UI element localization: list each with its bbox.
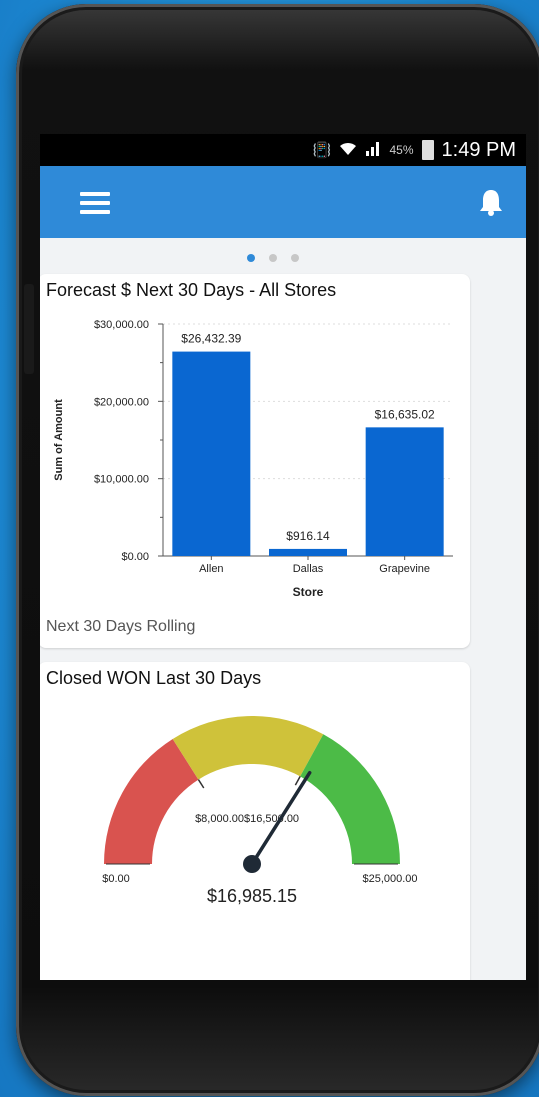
gauge-needle-hub [243,855,261,873]
phone-side-button [24,284,34,374]
gauge-segment-1 [104,739,199,864]
gauge-value-label: $16,985.15 [207,886,297,906]
battery-percent: 45% [389,143,414,157]
forecast-card-title: Forecast $ Next 30 Days - All Stores [46,280,337,300]
carousel-dot-3[interactable] [291,254,299,262]
gauge-max-label: $25,000.00 [362,873,417,885]
y-axis-title: Sum of Amount [53,399,65,481]
carousel-dot-2[interactable] [269,254,277,262]
closed-won-card-title: Closed WON Last 30 Days [46,668,262,688]
menu-icon[interactable] [80,192,110,214]
wifi-icon [339,140,357,160]
status-bar: 📳 45% 1:49 PM [40,134,526,166]
bar-allen [172,351,251,556]
y-tick-label: $30,000.00 [94,319,149,331]
forecast-card-footer: Next 30 Days Rolling [46,618,196,635]
closed-won-gauge: $8,000.00 $16,500.00 $0.00 $25,000.00 $16,98… [102,716,418,906]
gauge-segment-2 [172,716,324,780]
y-tick-label: $0.00 [121,551,149,563]
x-tick-label: Allen [199,563,223,575]
closed-won-card[interactable]: Closed WON Last 30 Days $8,000.00 $16,500… [40,662,470,980]
gauge-threshold-label: $8,000.00 [195,813,244,825]
x-tick-label: Dallas [293,563,324,575]
y-tick-label: $20,000.00 [94,396,149,408]
notification-bell-icon[interactable] [478,188,504,216]
carousel-dot-1[interactable] [247,254,255,262]
bar-dallas [269,548,347,556]
battery-icon [421,140,434,160]
bar-value-label: $16,635.02 [375,407,435,421]
forecast-card[interactable]: Forecast $ Next 30 Days - All Stores $0.… [40,274,470,648]
gauge-min-label: $0.00 [102,873,130,885]
bar-grapevine [365,427,444,556]
clock: 1:49 PM [441,138,516,161]
gauge-threshold-tick [197,779,205,789]
x-axis-title: Store [293,585,324,599]
bar-value-label: $26,432.39 [181,332,241,346]
signal-icon [365,140,381,160]
phone-screen: 📳 45% 1:49 PM Forecast $ Next 30 Days - … [40,134,526,980]
gauge-threshold-label: $16,500.00 [244,813,299,825]
app-bar [40,166,526,238]
y-tick-label: $10,000.00 [94,474,149,486]
gauge-threshold-tick [294,776,301,786]
forecast-bar-chart: $0.00 $10,000.00 $20,000.00 $30,000.00 $26,4… [53,319,453,599]
x-tick-label: Grapevine [379,563,430,575]
gauge-segment-3 [300,734,400,864]
carousel-indicator [40,254,526,262]
vibrate-icon: 📳 [312,142,332,159]
bar-value-label: $916.14 [286,529,330,543]
